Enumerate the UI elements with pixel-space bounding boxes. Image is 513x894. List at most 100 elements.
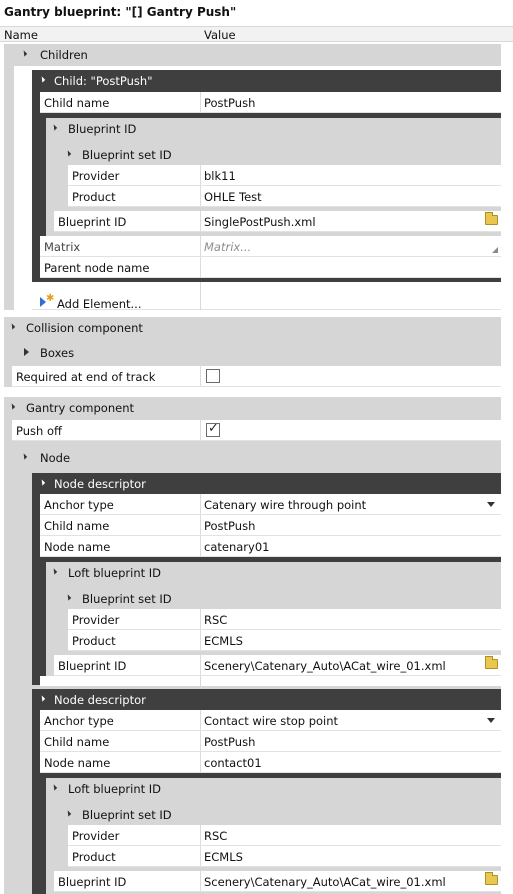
matrix-row[interactable]: Matrix Matrix... <box>40 236 501 257</box>
product-label: Product <box>72 634 116 648</box>
triangle-down-icon[interactable] <box>38 479 46 486</box>
triangle-down-icon[interactable] <box>8 323 16 330</box>
triangle-down-icon[interactable] <box>64 594 72 601</box>
product-row[interactable]: Product OHLE Test <box>68 186 501 207</box>
triangle-down-icon[interactable] <box>64 150 72 157</box>
product-value[interactable]: OHLE Test <box>204 190 262 204</box>
provider-value[interactable]: blk11 <box>204 169 236 183</box>
child-name-label: Child name <box>44 735 110 749</box>
child-name-value[interactable]: PostPush <box>204 519 255 533</box>
node-descriptor-2-header[interactable]: Node descriptor <box>32 689 501 711</box>
children-group-header[interactable]: Children <box>14 44 501 66</box>
triangle-down-icon[interactable] <box>64 810 72 817</box>
parent-node-row[interactable]: Parent node name <box>40 257 501 278</box>
anchor-type-row[interactable]: Anchor type Contact wire stop point <box>40 710 501 731</box>
node-descriptor-1-header[interactable]: Node descriptor <box>32 473 501 495</box>
matrix-label: Matrix <box>44 240 81 254</box>
anchor-type-select[interactable]: Catenary wire through point <box>204 498 366 512</box>
blueprint-id-group-header[interactable]: Blueprint ID <box>46 118 501 140</box>
provider-value[interactable]: RSC <box>204 613 227 627</box>
anchor-type-label: Anchor type <box>44 498 114 512</box>
loft-blueprint-label: Loft blueprint ID <box>68 566 162 580</box>
resize-corner-icon <box>492 247 498 253</box>
blueprint-id-value[interactable]: SinglePostPush.xml <box>204 215 316 229</box>
node-name-label: Node name <box>44 540 111 554</box>
triangle-down-icon[interactable] <box>20 50 28 57</box>
provider-value[interactable]: RSC <box>204 829 227 843</box>
chevron-down-icon[interactable] <box>487 502 495 507</box>
node-descriptor-label: Node descriptor <box>54 693 146 707</box>
blueprint-id-value[interactable]: Scenery\Catenary_Auto\ACat_wire_01.xml <box>204 659 446 673</box>
provider-row[interactable]: Provider blk11 <box>68 165 501 186</box>
triangle-down-icon[interactable] <box>38 76 46 83</box>
triangle-down-icon[interactable] <box>50 784 58 791</box>
folder-icon[interactable] <box>485 212 498 225</box>
provider-row[interactable]: Provider RSC <box>68 825 501 846</box>
triangle-down-icon[interactable] <box>50 124 58 131</box>
child-postpush-header[interactable]: Child: "PostPush" <box>32 70 501 92</box>
loft-blueprint-header[interactable]: Loft blueprint ID <box>46 778 501 800</box>
blueprint-id-value[interactable]: Scenery\Catenary_Auto\ACat_wire_01.xml <box>204 875 446 889</box>
triangle-down-icon[interactable] <box>38 695 46 702</box>
collision-group-header[interactable]: Collision component <box>4 317 501 339</box>
node-group-header[interactable]: Node <box>14 447 501 469</box>
product-value[interactable]: ECMLS <box>204 850 243 864</box>
loft-blueprint-header[interactable]: Loft blueprint ID <box>46 562 501 584</box>
node-name-value[interactable]: catenary01 <box>204 540 269 554</box>
gantry-group-header[interactable]: Gantry component <box>4 397 501 419</box>
column-name-header[interactable]: Name <box>4 28 38 42</box>
loft-blueprint-label: Loft blueprint ID <box>68 782 162 796</box>
column-header: Name Value <box>0 26 513 42</box>
product-label: Product <box>72 850 116 864</box>
blueprint-set-id-header[interactable]: Blueprint set ID <box>60 144 501 166</box>
child-name-label: Child name <box>44 96 110 110</box>
node-name-value[interactable]: contact01 <box>204 756 262 770</box>
child-name-row[interactable]: Child name PostPush <box>40 515 501 536</box>
node-name-label: Node name <box>44 756 111 770</box>
anchor-type-select[interactable]: Contact wire stop point <box>204 714 338 728</box>
node-label: Node <box>40 451 71 465</box>
child-name-label: Child name <box>44 519 110 533</box>
product-value[interactable]: ECMLS <box>204 634 243 648</box>
chevron-down-icon[interactable] <box>487 718 495 723</box>
blueprint-set-id-header[interactable]: Blueprint set ID <box>60 588 501 610</box>
node-name-row[interactable]: Node name catenary01 <box>40 536 501 557</box>
push-off-row[interactable]: Push off ✓ <box>12 420 501 441</box>
required-end-row[interactable]: Required at end of track <box>12 366 501 387</box>
blueprint-set-id-label: Blueprint set ID <box>82 808 172 822</box>
column-value-header[interactable]: Value <box>204 28 236 42</box>
required-end-checkbox[interactable] <box>206 369 220 383</box>
checkmark-icon: ✓ <box>208 421 219 436</box>
child-name-row[interactable]: Child name PostPush <box>40 92 501 113</box>
provider-label: Provider <box>72 169 120 183</box>
scrollbar-track[interactable] <box>501 42 513 894</box>
provider-label: Provider <box>72 613 120 627</box>
provider-row[interactable]: Provider RSC <box>68 609 501 630</box>
anchor-type-row[interactable]: Anchor type Catenary wire through point <box>40 494 501 515</box>
blueprint-id-row[interactable]: Blueprint ID Scenery\Catenary_Auto\ACat_… <box>54 655 501 676</box>
child-name-value[interactable]: PostPush <box>204 735 255 749</box>
triangle-down-icon[interactable] <box>50 568 58 575</box>
triangle-down-icon[interactable] <box>8 403 16 410</box>
triangle-right-icon[interactable] <box>24 348 29 356</box>
blueprint-id-group-label: Blueprint ID <box>68 122 137 136</box>
node-name-row[interactable]: Node name contact01 <box>40 752 501 773</box>
push-off-label: Push off <box>16 424 62 438</box>
parent-node-label: Parent node name <box>44 261 150 275</box>
boxes-group-header[interactable]: Boxes <box>14 342 501 364</box>
blueprint-id-row[interactable]: Blueprint ID SinglePostPush.xml <box>54 211 501 232</box>
folder-icon[interactable] <box>485 656 498 669</box>
sparkle-icon: ✱ <box>46 293 55 304</box>
product-row[interactable]: Product ECMLS <box>68 630 501 651</box>
child-name-value[interactable]: PostPush <box>204 96 255 110</box>
blueprint-set-id-header[interactable]: Blueprint set ID <box>60 804 501 826</box>
triangle-down-icon[interactable] <box>20 453 28 460</box>
blueprint-set-id-label: Blueprint set ID <box>82 592 172 606</box>
matrix-value[interactable]: Matrix... <box>204 240 251 254</box>
product-row[interactable]: Product ECMLS <box>68 846 501 867</box>
blueprint-id-label: Blueprint ID <box>58 215 127 229</box>
child-name-row[interactable]: Child name PostPush <box>40 731 501 752</box>
blueprint-id-row[interactable]: Blueprint ID Scenery\Catenary_Auto\ACat_… <box>54 871 501 892</box>
folder-icon[interactable] <box>485 872 498 885</box>
push-off-checkbox[interactable]: ✓ <box>206 421 220 437</box>
